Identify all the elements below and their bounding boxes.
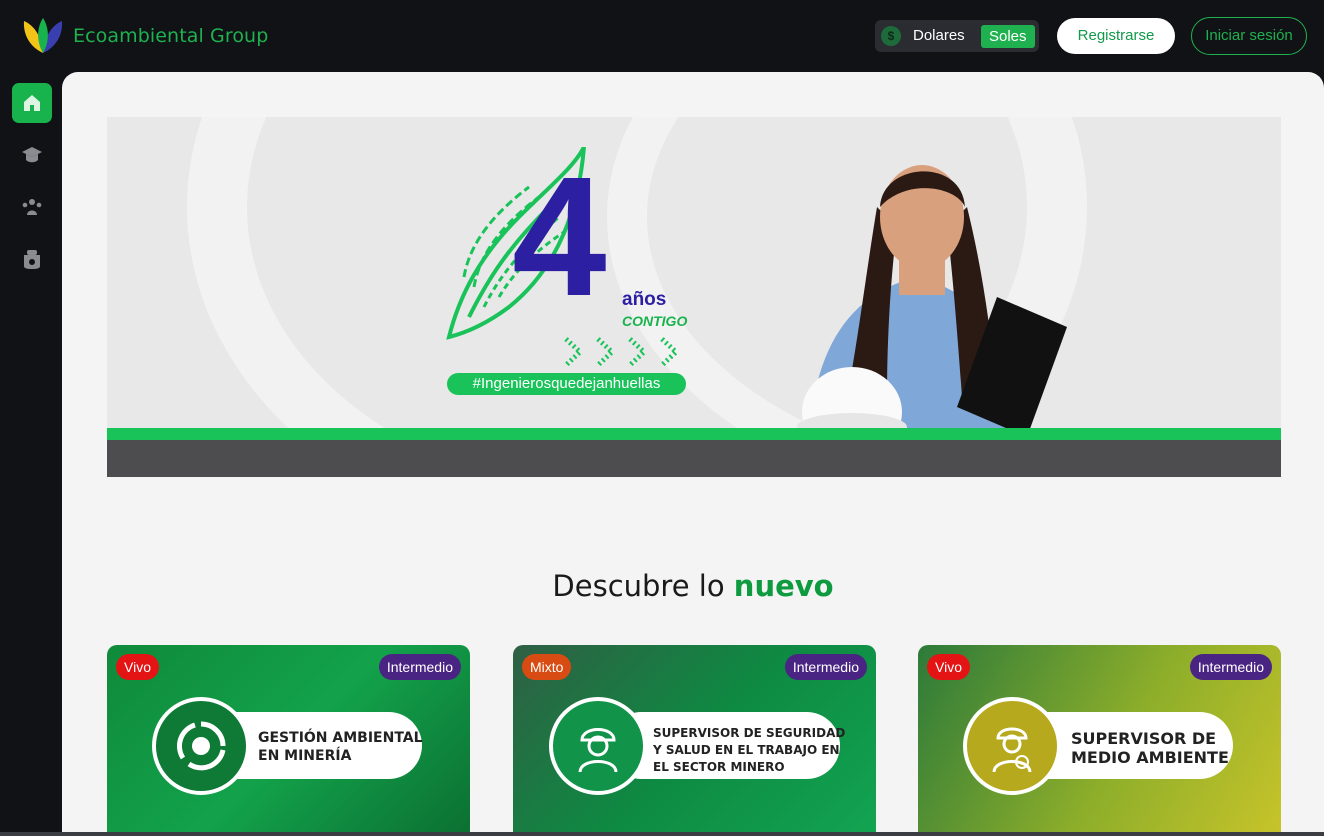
- brand-name[interactable]: Ecoambiental Group: [73, 25, 268, 47]
- course-icon-circle: [549, 697, 647, 795]
- banner-hashtag: #Ingenierosquedejanhuellas: [447, 373, 686, 395]
- course-level-badge: Intermedio: [1189, 654, 1272, 680]
- course-card[interactable]: Vivo Intermedio SUPERVISOR DE MEDIO AMBI…: [918, 645, 1281, 832]
- anniversary-years: años: [622, 289, 667, 310]
- sidebar-item-certificates[interactable]: [12, 239, 52, 279]
- top-bar: Ecoambiental Group $ Dolares Soles Regis…: [0, 0, 1324, 72]
- currency-option-pen[interactable]: Soles: [981, 25, 1035, 48]
- sidebar-item-courses[interactable]: [12, 135, 52, 175]
- badge-icon: [24, 250, 40, 269]
- course-title-line: SUPERVISOR DE SEGURIDAD: [653, 726, 846, 740]
- course-level-badge: Intermedio: [784, 654, 867, 680]
- course-title-line: SUPERVISOR DE: [1071, 729, 1217, 748]
- recycle-icon: [177, 721, 226, 771]
- course-title: SUPERVISOR DE MEDIO AMBIENTE: [1071, 729, 1229, 767]
- leaf-logo-icon[interactable]: [20, 17, 66, 55]
- course-mode-badge: Vivo: [116, 654, 159, 680]
- main-content: 4 años CONTIGO #Ingenierosquedejanhuella…: [62, 72, 1324, 832]
- section-title: Descubre lo nuevo: [62, 569, 1324, 603]
- course-title: SUPERVISOR DE SEGURIDAD Y SALUD EN EL TR…: [653, 725, 845, 776]
- anniversary-contigo: CONTIGO: [622, 313, 688, 329]
- course-title-line: MEDIO AMBIENTE: [1071, 748, 1229, 767]
- sidebar-item-home[interactable]: [12, 83, 52, 123]
- sidebar: [0, 72, 62, 836]
- section-title-accent: nuevo: [733, 569, 834, 603]
- course-title: GESTIÓN AMBIENTAL EN MINERÍA: [258, 729, 423, 765]
- course-title-line: GESTIÓN AMBIENTAL: [258, 730, 423, 746]
- miner-icon: [578, 728, 618, 772]
- currency-option-usd[interactable]: Dolares: [913, 27, 965, 44]
- chevron-arrows-icon: [564, 337, 680, 367]
- course-icon-circle: [963, 697, 1061, 795]
- banner-green-stripe: [107, 428, 1281, 440]
- banner-dark-stripe: [107, 440, 1281, 477]
- home-icon: [24, 95, 40, 111]
- anniversary-number: 4: [512, 142, 607, 332]
- course-title-line: Y SALUD EN EL TRABAJO EN: [653, 743, 840, 757]
- sidebar-item-community[interactable]: [12, 187, 52, 227]
- course-mode-badge: Vivo: [927, 654, 970, 680]
- course-card[interactable]: Mixto Intermedio SUPERVISOR DE SEGURIDAD…: [513, 645, 876, 832]
- course-mode-badge: Mixto: [522, 654, 572, 680]
- window-bottom-edge: [0, 832, 1324, 836]
- course-icon-circle: [152, 697, 250, 795]
- course-title-line: EL SECTOR MINERO: [653, 760, 785, 774]
- login-button[interactable]: Iniciar sesión: [1191, 17, 1307, 55]
- register-button[interactable]: Registrarse: [1057, 18, 1175, 54]
- currency-switch: $ Dolares Soles: [875, 20, 1039, 52]
- dollar-icon: $: [881, 26, 901, 46]
- course-title-line: EN MINERÍA: [258, 748, 352, 764]
- course-level-badge: Intermedio: [378, 654, 461, 680]
- course-card[interactable]: Vivo Intermedio GESTIÓN AMBIENTAL EN MIN…: [107, 645, 470, 832]
- community-icon: [22, 199, 42, 215]
- engineer-icon: [992, 727, 1032, 772]
- promo-banner[interactable]: 4 años CONTIGO #Ingenierosquedejanhuella…: [107, 117, 1281, 477]
- section-title-prefix: Descubre lo: [552, 569, 725, 603]
- graduation-cap-icon: [22, 147, 42, 163]
